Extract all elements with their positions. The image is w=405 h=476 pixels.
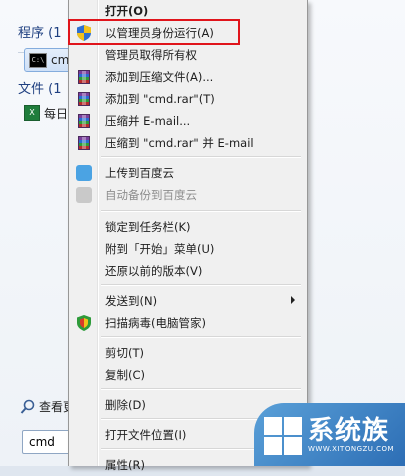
winrar-icon	[78, 70, 90, 84]
result-file-label: 每日	[44, 106, 69, 121]
menu-item-label: 添加到 "cmd.rar"(T)	[105, 92, 215, 106]
menu-item-compress-cmd-rar-email[interactable]: 压缩到 "cmd.rar" 并 E-mail	[71, 132, 303, 154]
menu-item-upload-baidu[interactable]: 上传到百度云	[71, 162, 303, 184]
result-cmd-label: cm	[51, 53, 70, 67]
logo-text: 系统族 WWW.XITONGZU.COM	[308, 417, 394, 453]
menu-item-pin-taskbar[interactable]: 锁定到任务栏(K)	[71, 216, 303, 238]
menu-item-label: 打开(O)	[105, 4, 149, 18]
menu-item-add-to-cmd-rar[interactable]: 添加到 "cmd.rar"(T)	[71, 88, 303, 110]
menu-item-restore-versions[interactable]: 还原以前的版本(V)	[71, 260, 303, 282]
menu-item-label: 附到「开始」菜单(U)	[105, 242, 215, 256]
menu-item-label: 锁定到任务栏(K)	[105, 220, 191, 234]
menu-item-label: 复制(C)	[105, 368, 146, 382]
menu-separator	[101, 388, 301, 390]
context-menu: 打开(O) 以管理员身份运行(A) 管理员取得所有权 添加到压缩文件(A)...…	[68, 0, 308, 472]
menu-item-label: 删除(D)	[105, 398, 146, 412]
menu-item-add-to-archive[interactable]: 添加到压缩文件(A)...	[71, 66, 303, 88]
logo-sub-text: WWW.XITONGZU.COM	[308, 444, 395, 453]
menu-item-label: 打开文件位置(I)	[105, 428, 187, 442]
cmd-icon: C:\	[29, 52, 47, 68]
submenu-arrow-icon	[291, 296, 295, 304]
result-file-item[interactable]: X 每日	[14, 102, 68, 124]
menu-item-auto-backup-baidu: 自动备份到百度云	[71, 184, 303, 206]
baidu-cloud-icon	[76, 165, 92, 181]
windows-logo-icon	[262, 415, 302, 455]
menu-separator	[101, 284, 301, 286]
baidu-cloud-icon	[76, 187, 92, 203]
menu-item-label: 发送到(N)	[105, 294, 158, 308]
programs-heading: 程序 (1	[18, 26, 62, 41]
menu-item-scan-virus[interactable]: 扫描病毒(电脑管家)	[71, 312, 303, 334]
winrar-icon	[78, 92, 90, 106]
menu-separator	[101, 336, 301, 338]
annotation-highlight-box	[68, 19, 240, 45]
menu-item-label: 属性(R)	[105, 458, 145, 472]
menu-item-label: 扫描病毒(电脑管家)	[105, 316, 206, 330]
menu-item-label: 添加到压缩文件(A)...	[105, 70, 214, 84]
excel-file-icon: X	[24, 105, 40, 121]
menu-item-compress-email[interactable]: 压缩并 E-mail...	[71, 110, 303, 132]
winrar-icon	[78, 136, 90, 150]
menu-item-label: 压缩到 "cmd.rar" 并 E-mail	[105, 136, 254, 150]
menu-item-label: 压缩并 E-mail...	[105, 114, 191, 128]
guard-shield-icon	[77, 315, 91, 331]
menu-item-label: 还原以前的版本(V)	[105, 264, 203, 278]
menu-item-label: 上传到百度云	[105, 166, 174, 180]
menu-item-cut[interactable]: 剪切(T)	[71, 342, 303, 364]
see-more-results[interactable]: 查看更	[20, 398, 75, 415]
files-heading: 文件 (1	[18, 82, 62, 97]
menu-item-take-ownership[interactable]: 管理员取得所有权	[71, 44, 303, 66]
watermark-logo: 系统族 WWW.XITONGZU.COM	[254, 403, 405, 466]
logo-main-text: 系统族	[308, 415, 390, 446]
winrar-icon	[78, 114, 90, 128]
menu-separator	[101, 210, 301, 212]
menu-item-label: 剪切(T)	[105, 346, 144, 360]
menu-item-label: 管理员取得所有权	[105, 48, 197, 62]
menu-item-send-to[interactable]: 发送到(N)	[71, 290, 303, 312]
menu-item-label: 自动备份到百度云	[105, 188, 197, 202]
menu-item-copy[interactable]: 复制(C)	[71, 364, 303, 386]
menu-item-pin-start[interactable]: 附到「开始」菜单(U)	[71, 238, 303, 260]
search-icon	[20, 399, 35, 414]
menu-separator	[101, 156, 301, 158]
result-cmd-program[interactable]: C:\ cm	[24, 48, 72, 72]
